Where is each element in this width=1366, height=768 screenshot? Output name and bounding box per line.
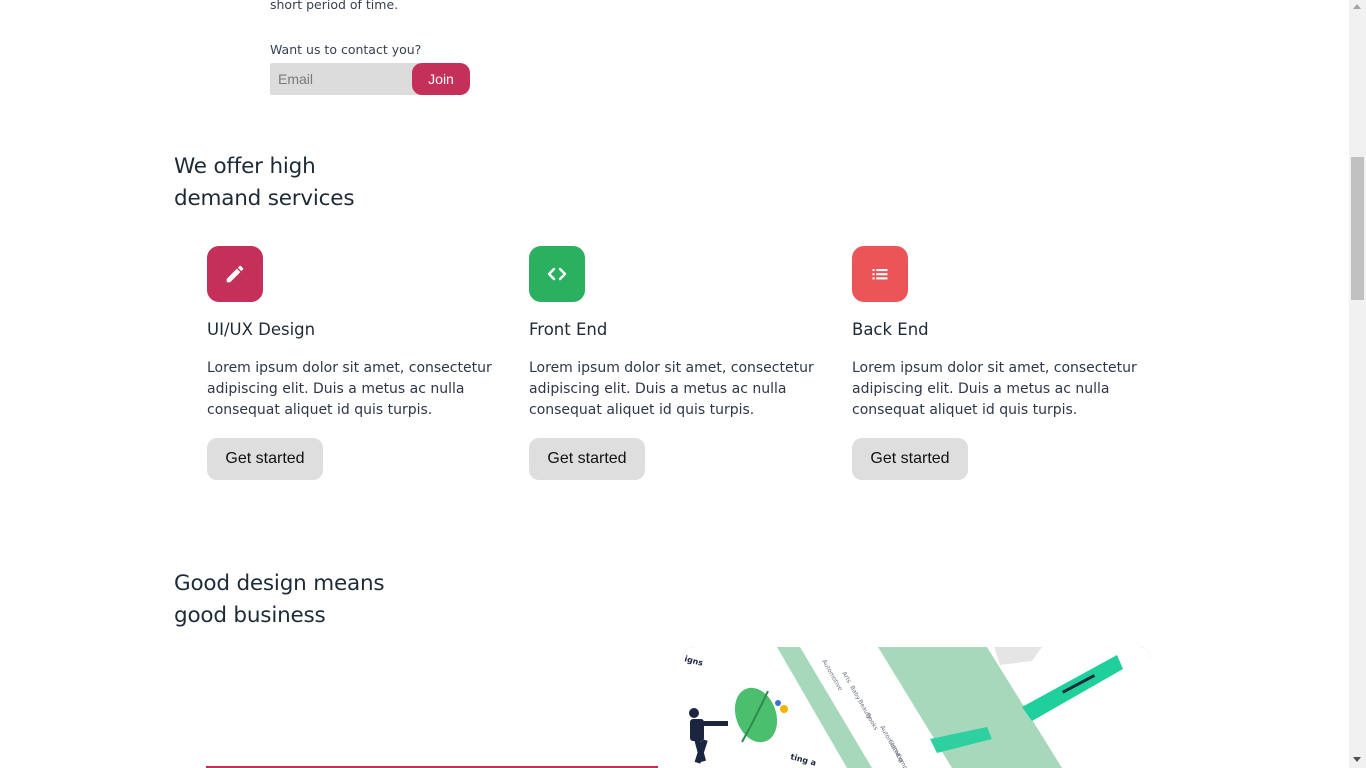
code-icon	[529, 246, 585, 302]
join-button[interactable]: Join	[412, 63, 470, 95]
card-description: Lorem ipsum dolor sit amet, consectetur …	[852, 360, 1137, 418]
card-title: UI/UX Design	[207, 320, 316, 339]
card-title: Front End	[529, 320, 608, 339]
services-heading-line1: We offer high	[174, 154, 316, 179]
design-heading: Good design means good business	[174, 568, 385, 632]
card-description: Lorem ipsum dolor sit amet, consectetur …	[207, 360, 492, 418]
get-started-button-backend[interactable]: Get started	[852, 438, 968, 480]
service-card-uiux: UI/UX Design Lorem ipsum dolor sit amet,…	[207, 246, 507, 480]
services-heading: We offer high demand services	[174, 151, 355, 215]
service-card-frontend: Front End Lorem ipsum dolor sit amet, co…	[529, 246, 829, 480]
card-description: Lorem ipsum dolor sit amet, consectetur …	[529, 360, 814, 418]
get-started-button-frontend[interactable]: Get started	[529, 438, 645, 480]
design-heading-line2: good business	[174, 603, 326, 628]
vertical-scrollbar[interactable]	[1349, 0, 1366, 768]
scrollbar-thumb[interactable]	[1351, 157, 1364, 300]
showcase-image: Automotive Arts Baby Beauty Books Automo…	[682, 647, 1151, 768]
service-card-backend: Back End Lorem ipsum dolor sit amet, con…	[852, 246, 1152, 480]
design-heading-line1: Good design means	[174, 571, 385, 596]
list-icon	[852, 246, 908, 302]
intro-tail-text: short period of time.	[270, 0, 399, 12]
scroll-up-icon[interactable]	[1353, 4, 1361, 9]
services-heading-line2: demand services	[174, 186, 355, 211]
get-started-button-uiux[interactable]: Get started	[207, 438, 323, 480]
contact-form: Join	[270, 63, 470, 95]
scroll-down-icon[interactable]	[1353, 757, 1361, 762]
email-input[interactable]	[270, 63, 420, 95]
contact-label: Want us to contact you?	[270, 42, 422, 57]
pencil-icon	[207, 246, 263, 302]
card-title: Back End	[852, 320, 929, 339]
page: short period of time. Want us to contact…	[0, 0, 1349, 768]
